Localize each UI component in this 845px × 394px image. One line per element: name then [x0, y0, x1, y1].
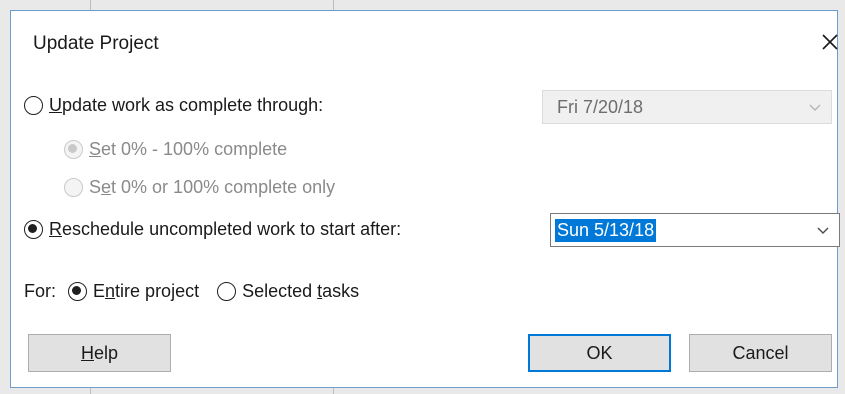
reschedule-label: Reschedule uncompleted work to start aft…: [49, 219, 402, 239]
chevron-down-icon: [809, 104, 821, 111]
update-work-option[interactable]: Update work as complete through:: [24, 95, 323, 116]
set-binary-radio[interactable]: [64, 178, 83, 197]
set-binary-label: Set 0% or 100% complete only: [89, 177, 336, 197]
set-range-label: Set 0% - 100% complete: [89, 139, 288, 159]
selected-tasks-label[interactable]: Selected tasks: [242, 281, 359, 302]
entire-project-label[interactable]: Entire project: [93, 281, 199, 302]
dialog-title: Update Project: [33, 33, 159, 54]
selected-tasks-radio[interactable]: [217, 282, 237, 301]
close-button[interactable]: [815, 27, 845, 57]
update-work-radio[interactable]: [24, 96, 43, 115]
update-work-date-combo[interactable]: Fri 7/20/18: [542, 90, 832, 124]
reschedule-option[interactable]: Reschedule uncompleted work to start aft…: [24, 219, 401, 240]
update-project-dialog: Update Project Update work as complete t…: [10, 10, 840, 388]
reschedule-date-combo[interactable]: Sun 5/13/18: [550, 213, 840, 247]
set-binary-option[interactable]: Set 0% or 100% complete only: [64, 177, 335, 198]
scope-label: For:: [24, 281, 57, 301]
reschedule-radio[interactable]: [24, 220, 43, 239]
set-range-option[interactable]: Set 0% - 100% complete: [64, 139, 287, 160]
scope-group: For: Entire project Selected tasks: [24, 281, 359, 302]
reschedule-date-value: Sun 5/13/18: [555, 218, 657, 242]
close-icon: [822, 34, 838, 50]
set-range-radio[interactable]: [64, 140, 83, 159]
cancel-button[interactable]: Cancel: [689, 334, 832, 372]
update-work-date-value: Fri 7/20/18: [557, 96, 644, 117]
chevron-down-icon: [817, 227, 829, 234]
ok-button[interactable]: OK: [528, 334, 671, 372]
entire-project-radio[interactable]: [68, 282, 88, 301]
help-button[interactable]: Help: [28, 334, 171, 372]
update-work-label: Update work as complete through:: [49, 95, 324, 115]
